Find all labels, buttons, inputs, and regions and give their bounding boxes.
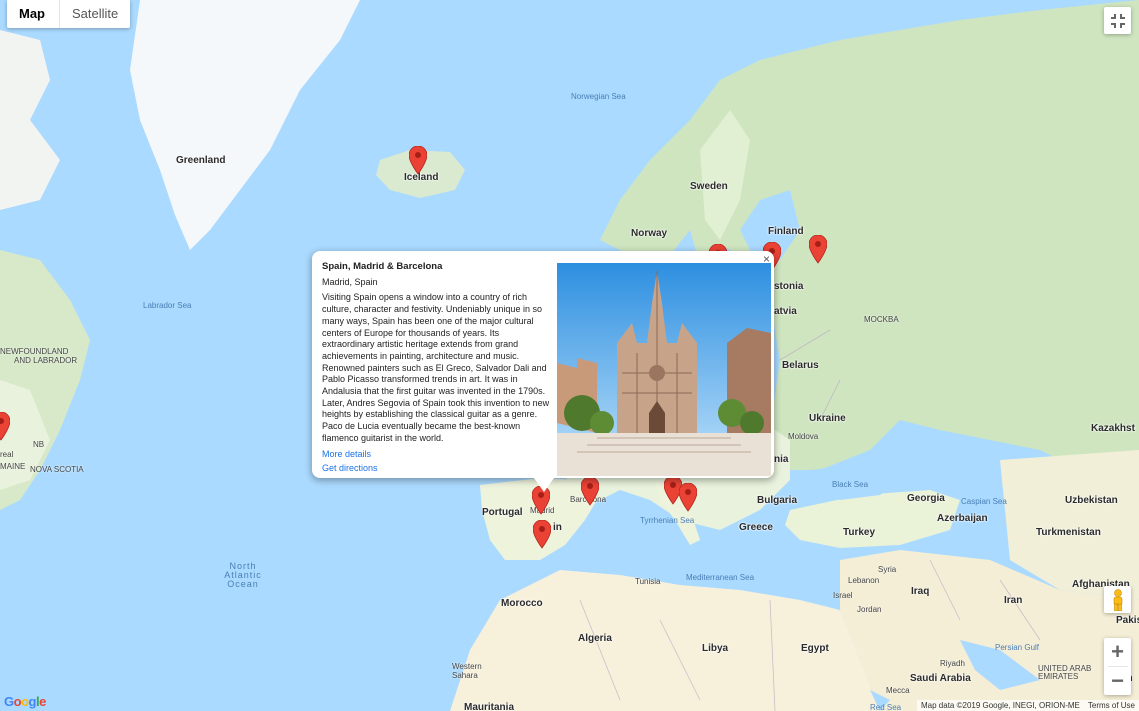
label-uae-2: EMIRATES [1038, 672, 1079, 681]
label-jordan: Jordan [857, 605, 882, 614]
label-morocco: Morocco [501, 598, 543, 609]
label-uzbekistan: Uzbekistan [1065, 495, 1118, 506]
label-saudi-arabia: Saudi Arabia [910, 673, 971, 684]
label-western-sahara: Western Sahara [452, 662, 482, 680]
more-details-link[interactable]: More details [322, 449, 552, 461]
label-riyadh: Riyadh [940, 659, 965, 668]
label-libya: Libya [702, 643, 729, 654]
zoom-out-button[interactable]: − [1104, 667, 1131, 695]
map-marker-st-petersburg[interactable] [809, 235, 827, 265]
map-marker-barcelona[interactable] [581, 477, 599, 507]
label-mauritania: Mauritania [464, 702, 515, 711]
fullscreen-button[interactable] [1104, 7, 1131, 34]
label-greenland: Greenland [176, 155, 226, 166]
label-syria: Syria [878, 565, 897, 574]
label-estonia: stonia [774, 281, 804, 292]
label-turkmenistan: Turkmenistan [1036, 527, 1101, 538]
label-lebanon: Lebanon [848, 576, 880, 585]
map-marker-naples[interactable] [679, 483, 697, 513]
zoom-in-button[interactable]: + [1104, 638, 1131, 666]
logo-g: G [4, 694, 14, 709]
label-nb: NB [33, 440, 45, 449]
terms-of-use-link[interactable]: Terms of Use [1088, 701, 1135, 710]
label-uae: UNITED ARAB EMIRATES [1038, 665, 1098, 681]
label-pakistan: Pakis [1116, 615, 1139, 626]
label-moldova: Moldova [788, 432, 819, 441]
label-latvia: atvia [774, 306, 797, 317]
pegman-icon [1113, 588, 1122, 611]
label-finland: Finland [768, 226, 804, 237]
cathedral-photo [557, 263, 771, 476]
map-marker-andalusia[interactable] [533, 520, 551, 550]
get-directions-link[interactable]: Get directions [322, 463, 552, 475]
label-norwegian-sea: Norwegian Sea [571, 92, 626, 101]
label-georgia: Georgia [907, 493, 945, 504]
map-marker-iceland[interactable] [409, 146, 427, 176]
logo-e: e [39, 694, 46, 709]
label-mecca: Mecca [886, 686, 910, 695]
label-black-sea: Black Sea [832, 480, 869, 489]
google-logo[interactable]: Google [4, 694, 46, 709]
logo-o2: o [21, 694, 29, 709]
info-window-description: Visiting Spain opens a window into a cou… [322, 292, 550, 443]
label-north-atlantic: North Atlantic Ocean [220, 562, 266, 589]
label-turkey: Turkey [843, 527, 876, 538]
label-belarus: Belarus [782, 360, 819, 371]
label-newfoundland-2: AND LABRADOR [14, 356, 78, 365]
info-window: × Spain, Madrid & Barcelona Madrid, Spai… [312, 251, 774, 492]
label-greece: Greece [739, 522, 773, 533]
label-labrador-sea: Labrador Sea [143, 301, 192, 310]
map-type-control: Map Satellite [7, 0, 131, 28]
label-portugal: Portugal [482, 507, 523, 518]
label-tyrrhenian: Tyrrhenian Sea [640, 516, 695, 525]
label-israel: Israel [833, 591, 853, 600]
logo-g2: g [28, 694, 37, 709]
label-caspian-sea: Caspian Sea [961, 497, 1007, 506]
street-view-pegman[interactable] [1104, 586, 1131, 613]
label-iran: Iran [1004, 595, 1023, 606]
label-moscow: MOCKBA [864, 315, 899, 324]
label-iraq: Iraq [911, 586, 930, 597]
info-window-photo [557, 263, 771, 476]
label-tunisia: Tunisia [635, 577, 661, 586]
plus-icon: + [1111, 639, 1124, 664]
zoom-control: + − [1104, 638, 1131, 695]
label-mediterranean: Mediterranean Sea [686, 573, 755, 582]
label-north-atlantic-3: Ocean [227, 579, 259, 589]
label-spain: in [553, 522, 562, 533]
label-newfoundland: NEWFOUNDLAND AND LABRADOR [0, 347, 80, 365]
label-ukraine: Ukraine [809, 413, 846, 424]
map-marker-canada[interactable] [0, 412, 10, 442]
label-maine: MAINE [0, 462, 26, 471]
map-type-satellite-button[interactable]: Satellite [60, 0, 130, 28]
map-data-attribution: Map data ©2019 Google, INEGI, ORION-ME [921, 701, 1080, 710]
label-red-sea: Red Sea [870, 703, 902, 711]
info-window-title: Spain, Madrid & Barcelona [322, 261, 443, 272]
attribution-bar: Map data ©2019 Google, INEGI, ORION-ME T… [917, 700, 1139, 711]
minus-icon: − [1111, 668, 1124, 693]
label-norway: Norway [631, 228, 668, 239]
label-western-sahara-1: Western [452, 662, 482, 671]
label-azerbaijan: Azerbaijan [937, 513, 988, 524]
exit-fullscreen-icon [1110, 13, 1125, 28]
label-western-sahara-2: Sahara [452, 671, 478, 680]
label-algeria: Algeria [578, 633, 612, 644]
label-sweden: Sweden [690, 181, 728, 192]
label-real: real [0, 450, 14, 459]
label-persian-gulf: Persian Gulf [995, 643, 1040, 652]
label-romania: nia [774, 454, 789, 465]
label-kazakhstan: Kazakhst [1091, 423, 1135, 434]
info-window-location: Madrid, Spain [322, 276, 378, 287]
label-egypt: Egypt [801, 643, 829, 654]
map-type-map-button[interactable]: Map [7, 0, 60, 28]
logo-o1: o [13, 694, 22, 709]
label-newfoundland-1: NEWFOUNDLAND [0, 347, 69, 356]
info-window-content: Spain, Madrid & Barcelona Madrid, Spain … [322, 261, 552, 475]
label-bulgaria: Bulgaria [757, 495, 798, 506]
label-nova-scotia: NOVA SCOTIA [30, 465, 84, 474]
